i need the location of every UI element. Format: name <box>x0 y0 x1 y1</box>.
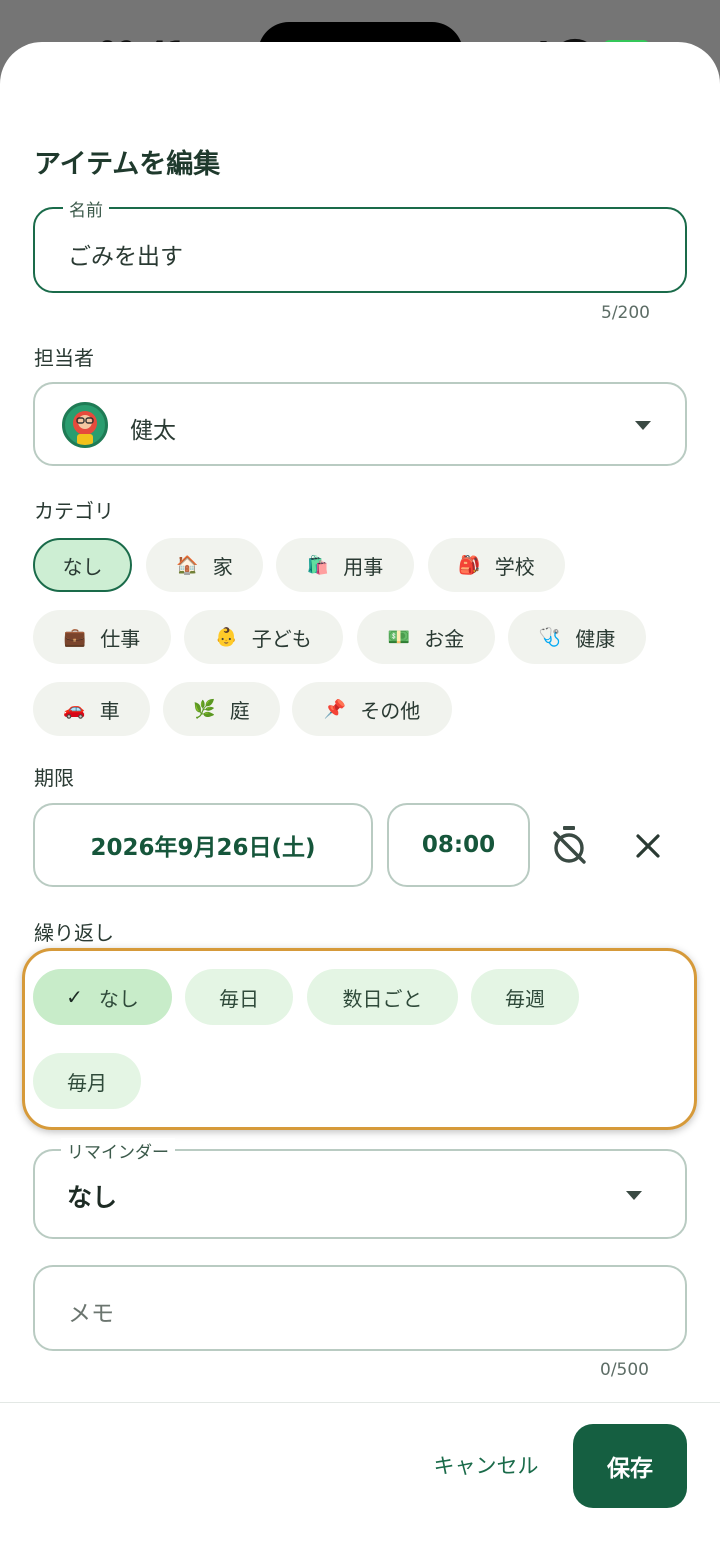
herb-icon: 🌿 <box>193 698 216 720</box>
category-chip-school[interactable]: 🎒 学校 <box>428 538 565 592</box>
category-label: カテゴリ <box>34 499 114 523</box>
cancel-button[interactable]: キャンセル <box>420 1440 552 1490</box>
assignee-dropdown[interactable]: 健太 <box>33 382 687 466</box>
repeat-chip-weekly[interactable]: 毎週 <box>471 969 579 1025</box>
memo-field[interactable]: メモ <box>33 1265 687 1351</box>
shopping-bag-icon: 🛍️ <box>306 554 330 576</box>
car-icon: 🚗 <box>63 698 86 720</box>
baby-icon: 👶 <box>215 626 238 648</box>
stethoscope-icon: 🩺 <box>538 626 562 648</box>
reminder-label: リマインダー <box>61 1138 175 1163</box>
timer-off-icon[interactable] <box>551 825 587 865</box>
repeat-chip-daily[interactable]: 毎日 <box>185 969 293 1025</box>
pushpin-icon: 📌 <box>323 698 347 720</box>
name-field-label: 名前 <box>63 196 109 221</box>
category-chip-none[interactable]: なし <box>33 538 132 592</box>
category-chip-car[interactable]: 🚗 車 <box>33 682 150 736</box>
name-char-counter: 5/200 <box>601 303 650 323</box>
save-button[interactable]: 保存 <box>573 1424 687 1508</box>
repeat-label: 繰り返し <box>34 921 114 945</box>
category-chip-health[interactable]: 🩺 健康 <box>508 610 646 664</box>
briefcase-icon: 💼 <box>63 626 87 648</box>
category-chip-errand[interactable]: 🛍️ 用事 <box>276 538 414 592</box>
backpack-icon: 🎒 <box>458 554 481 576</box>
divider <box>0 1402 720 1403</box>
avatar <box>62 402 108 448</box>
repeat-chip-every-few-days[interactable]: 数日ごと <box>307 969 458 1025</box>
repeat-chip-monthly[interactable]: 毎月 <box>33 1053 141 1109</box>
due-date-button[interactable]: 2026年9月26日(土) <box>33 803 373 887</box>
due-time-button[interactable]: 08:00 <box>387 803 530 887</box>
category-chip-garden[interactable]: 🌿 庭 <box>163 682 280 736</box>
category-chip-work[interactable]: 💼 仕事 <box>33 610 171 664</box>
category-chip-home[interactable]: 🏠 家 <box>146 538 263 592</box>
dialog-title: アイテムを編集 <box>34 149 221 180</box>
dropdown-arrow-icon <box>626 1191 642 1200</box>
dropdown-arrow-icon <box>635 421 651 430</box>
repeat-chip-none[interactable]: ✓ なし <box>33 969 172 1025</box>
money-icon: 💵 <box>387 626 411 648</box>
memo-char-counter: 0/500 <box>600 1360 649 1380</box>
due-label: 期限 <box>34 766 74 790</box>
check-icon: ✓ <box>66 985 83 1009</box>
name-field-value: ごみを出す <box>68 244 183 270</box>
assignee-name: 健太 <box>130 418 176 444</box>
category-chip-kids[interactable]: 👶 子ども <box>184 610 343 664</box>
clear-due-icon[interactable] <box>635 833 661 859</box>
house-icon: 🏠 <box>176 554 199 576</box>
category-chip-other[interactable]: 📌 その他 <box>292 682 452 736</box>
name-field[interactable]: 名前 ごみを出す <box>33 196 687 293</box>
reminder-dropdown[interactable]: リマインダー なし <box>33 1138 687 1239</box>
reminder-value: なし <box>67 1183 118 1212</box>
assignee-label: 担当者 <box>34 346 94 370</box>
category-chip-money[interactable]: 💵 お金 <box>357 610 495 664</box>
memo-placeholder: メモ <box>68 1301 114 1327</box>
